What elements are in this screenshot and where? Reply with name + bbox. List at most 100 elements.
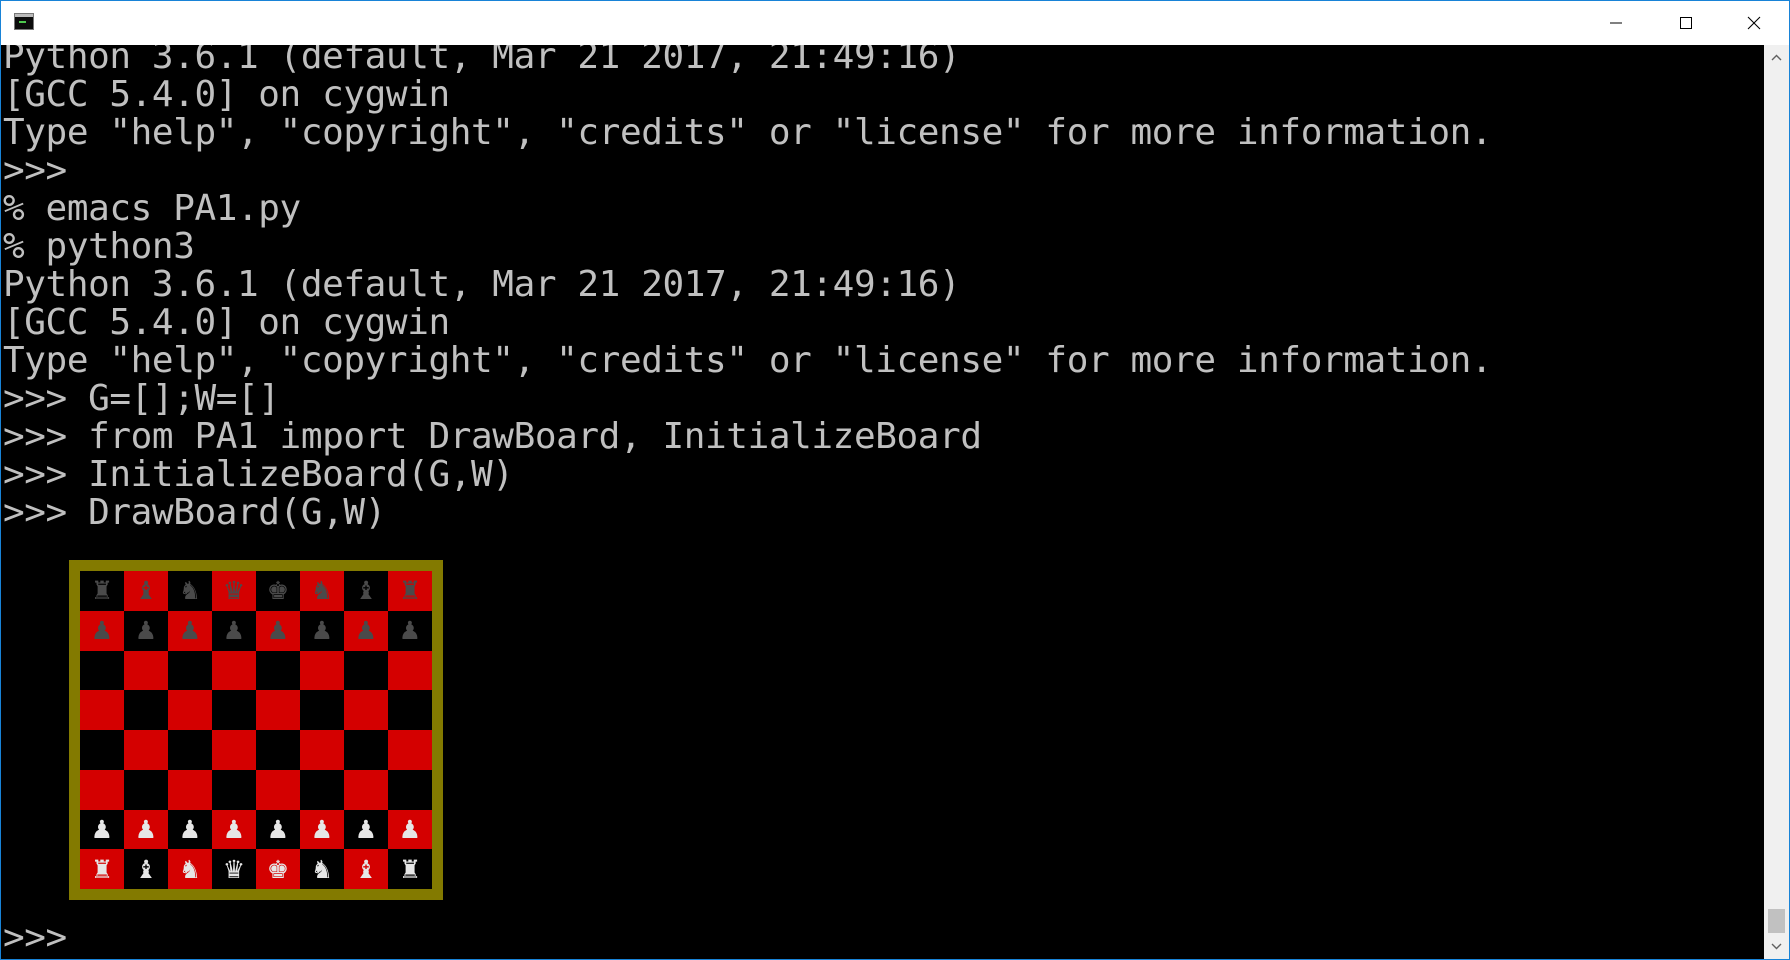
console-prompt[interactable]: >>> <box>3 919 67 957</box>
board-square: ♟ <box>212 809 256 850</box>
board-square: ♝ <box>124 849 168 889</box>
minimize-button[interactable] <box>1581 1 1651 45</box>
board-square <box>80 690 124 730</box>
board-square: ♟ <box>80 610 124 651</box>
board-square <box>344 690 388 730</box>
minimize-icon <box>1610 22 1622 24</box>
black-pawn-icon: ♟ <box>90 616 114 646</box>
board-square <box>168 730 212 770</box>
board-square: ♟ <box>168 610 212 651</box>
black-queen-icon: ♛ <box>222 576 246 606</box>
white-bishop-icon: ♝ <box>354 854 378 884</box>
board-square: ♟ <box>388 610 432 651</box>
black-bishop-icon: ♝ <box>354 576 378 606</box>
console-line: >>> DrawBoard(G,W) <box>3 492 386 533</box>
console-line: % python3 <box>3 226 195 267</box>
black-rook-icon: ♜ <box>398 576 422 606</box>
board-square: ♟ <box>388 809 432 850</box>
board-square: ♟ <box>344 610 388 651</box>
console-line: % emacs PA1.py <box>3 188 301 229</box>
board-square: ♞ <box>300 849 344 889</box>
scrollbar-thumb[interactable] <box>1768 909 1785 933</box>
board-square <box>256 690 300 730</box>
console-line: Type "help", "copyright", "credits" or "… <box>3 112 1493 153</box>
board-square: ♝ <box>124 571 168 611</box>
board-square <box>388 690 432 730</box>
board-square: ♚ <box>256 849 300 889</box>
board-square <box>300 690 344 730</box>
white-pawn-icon: ♟ <box>222 814 246 844</box>
white-king-icon: ♚ <box>266 854 290 884</box>
black-rook-icon: ♜ <box>90 576 114 606</box>
board-square: ♟ <box>80 809 124 850</box>
black-knight-icon: ♞ <box>310 576 334 606</box>
white-pawn-icon: ♟ <box>310 814 334 844</box>
white-pawn-icon: ♟ <box>178 814 202 844</box>
board-square <box>388 650 432 691</box>
board-square <box>388 730 432 770</box>
console-line: Python 3.6.1 (default, Mar 21 2017, 21:4… <box>3 264 961 305</box>
console-line: [GCC 5.4.0] on cygwin <box>3 74 450 115</box>
board-square <box>80 769 124 810</box>
board-square <box>124 769 168 810</box>
black-pawn-icon: ♟ <box>266 616 290 646</box>
board-square <box>344 730 388 770</box>
black-bishop-icon: ♝ <box>134 576 158 606</box>
board-square: ♜ <box>388 571 432 611</box>
console-window: Python 3.6.1 (default, Mar 21 2017, 21:4… <box>0 0 1790 960</box>
console-app-icon[interactable] <box>14 13 34 30</box>
maximize-icon <box>1680 17 1692 29</box>
board-square: ♜ <box>80 849 124 889</box>
board-square: ♟ <box>300 610 344 651</box>
board-square: ♚ <box>256 571 300 611</box>
chess-board: ♜ ♝ ♞ ♛ ♚ ♞ ♝ ♜ ♟ ♟ ♟ ♟ ♟ ♟ ♟ ♟ ♟ ♟ ♟ ♟ ♟ ♟ ♟ ♟ ♜ ♝ ♞ ♛ ♚ ♞ ♝ ♜ <box>80 571 432 889</box>
board-square: ♟ <box>344 809 388 850</box>
console-line: >>> InitializeBoard(G,W) <box>3 454 514 495</box>
board-square <box>344 650 388 691</box>
close-button[interactable] <box>1719 1 1789 45</box>
console-line: >>> from PA1 import DrawBoard, Initializ… <box>3 416 982 457</box>
board-square <box>256 650 300 691</box>
board-square: ♛ <box>212 849 256 889</box>
board-square <box>212 690 256 730</box>
console-line: Python 3.6.1 (default, Mar 21 2017, 21:4… <box>3 45 961 77</box>
white-rook-icon: ♜ <box>90 854 114 884</box>
console-line: Type "help", "copyright", "credits" or "… <box>3 340 1493 381</box>
chess-board-frame: ♜ ♝ ♞ ♛ ♚ ♞ ♝ ♜ ♟ ♟ ♟ ♟ ♟ ♟ ♟ ♟ ♟ ♟ ♟ ♟ ♟ ♟ ♟ ♟ ♜ ♝ ♞ ♛ ♚ ♞ ♝ ♜ <box>69 560 443 900</box>
console-line: [GCC 5.4.0] on cygwin <box>3 302 450 343</box>
board-square <box>256 730 300 770</box>
title-bar[interactable] <box>1 1 1789 45</box>
white-pawn-icon: ♟ <box>90 814 114 844</box>
maximize-button[interactable] <box>1651 1 1721 45</box>
white-knight-icon: ♞ <box>178 854 202 884</box>
board-square: ♞ <box>300 571 344 611</box>
white-knight-icon: ♞ <box>310 854 334 884</box>
scroll-down-arrow-icon <box>1771 943 1782 950</box>
board-square <box>124 730 168 770</box>
board-square: ♛ <box>212 571 256 611</box>
close-icon <box>1747 16 1761 30</box>
board-square: ♟ <box>256 610 300 651</box>
black-pawn-icon: ♟ <box>310 616 334 646</box>
board-square: ♞ <box>168 571 212 611</box>
white-bishop-icon: ♝ <box>134 854 158 884</box>
board-square <box>256 769 300 810</box>
white-rook-icon: ♜ <box>398 854 422 884</box>
vertical-scrollbar[interactable] <box>1764 45 1789 959</box>
board-square: ♟ <box>212 610 256 651</box>
board-square <box>80 730 124 770</box>
black-knight-icon: ♞ <box>178 576 202 606</box>
scroll-up-arrow-icon <box>1771 54 1782 61</box>
white-queen-icon: ♛ <box>222 854 246 884</box>
scroll-down-button[interactable] <box>1764 934 1789 959</box>
board-square: ♝ <box>344 849 388 889</box>
board-square: ♟ <box>300 809 344 850</box>
console-line: >>> G=[];W=[] <box>3 378 280 419</box>
scroll-up-button[interactable] <box>1764 45 1789 70</box>
board-square <box>80 650 124 691</box>
console-output[interactable]: Python 3.6.1 (default, Mar 21 2017, 21:4… <box>1 45 1764 959</box>
board-square: ♟ <box>124 809 168 850</box>
board-square <box>212 650 256 691</box>
black-pawn-icon: ♟ <box>222 616 246 646</box>
white-pawn-icon: ♟ <box>266 814 290 844</box>
